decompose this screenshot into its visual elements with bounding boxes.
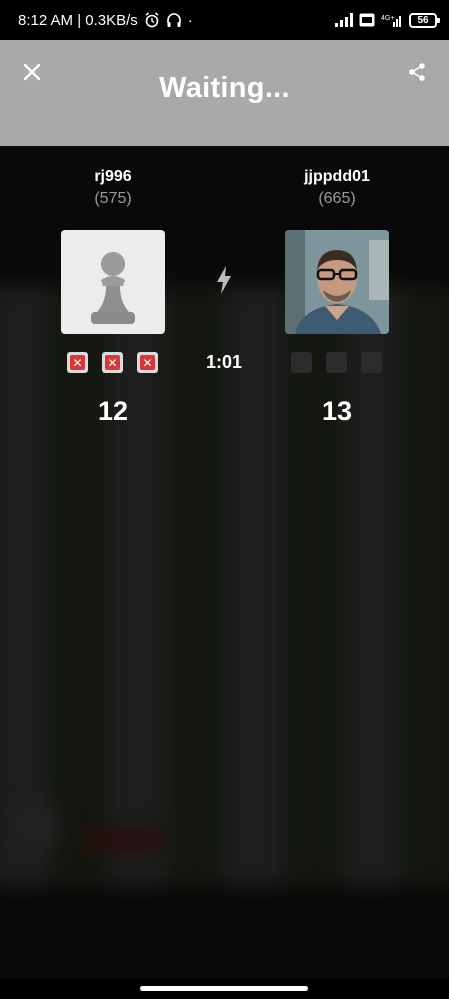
volte-icon bbox=[359, 13, 375, 27]
left-player-score: 12 bbox=[97, 396, 129, 426]
empty-mark bbox=[326, 352, 347, 373]
status-dot: · bbox=[187, 11, 193, 29]
left-player-rating: (575) bbox=[94, 190, 132, 207]
right-player-avatar[interactable] bbox=[285, 230, 389, 334]
game-board-background: rj996 (575) jjppdd01 (665) 1:01 ✕ ✕ ✕ 12… bbox=[0, 146, 449, 999]
signal-icon bbox=[335, 13, 353, 27]
pawn-icon bbox=[91, 252, 135, 324]
battery-icon: 56 bbox=[409, 12, 440, 28]
miss-mark: ✕ bbox=[102, 352, 123, 373]
empty-mark bbox=[361, 352, 382, 373]
lightning-icon bbox=[217, 266, 231, 294]
left-player-marks: ✕ ✕ ✕ bbox=[67, 352, 158, 373]
header: Waiting... bbox=[0, 40, 449, 146]
x-icon: ✕ bbox=[70, 355, 85, 370]
left-player-name: rj996 bbox=[94, 168, 132, 185]
player-photo-icon bbox=[285, 230, 389, 334]
right-player-info: jjppdd01 (665) bbox=[262, 168, 412, 208]
x-icon: ✕ bbox=[105, 355, 120, 370]
left-player-info: rj996 (575) bbox=[38, 168, 188, 208]
right-player-marks bbox=[291, 352, 382, 373]
share-icon bbox=[409, 63, 425, 81]
empty-mark bbox=[291, 352, 312, 373]
match-timer: 1:01 bbox=[205, 352, 243, 372]
status-left: 8:12 AM | 0.3KB/s · bbox=[18, 12, 193, 29]
status-bar: 8:12 AM | 0.3KB/s · 4G+ 56 bbox=[0, 0, 449, 40]
home-indicator[interactable] bbox=[140, 986, 308, 991]
left-player-avatar[interactable] bbox=[61, 230, 165, 334]
battery-level: 56 bbox=[417, 14, 429, 26]
svg-text:4G+: 4G+ bbox=[381, 15, 394, 22]
right-player-rating: (665) bbox=[318, 190, 356, 207]
status-right: 4G+ 56 bbox=[335, 12, 440, 28]
system-nav-bar bbox=[0, 979, 449, 999]
right-player-name: jjppdd01 bbox=[304, 168, 370, 185]
page-title: Waiting... bbox=[159, 72, 290, 104]
headphones-icon bbox=[166, 12, 182, 28]
alarm-icon bbox=[144, 12, 160, 28]
status-time-speed: 8:12 AM | 0.3KB/s bbox=[18, 11, 138, 29]
network-4g-icon: 4G+ bbox=[381, 13, 403, 27]
x-icon: ✕ bbox=[140, 355, 155, 370]
miss-mark: ✕ bbox=[67, 352, 88, 373]
share-button[interactable] bbox=[403, 58, 431, 86]
miss-mark: ✕ bbox=[137, 352, 158, 373]
right-player-score: 13 bbox=[321, 396, 353, 426]
